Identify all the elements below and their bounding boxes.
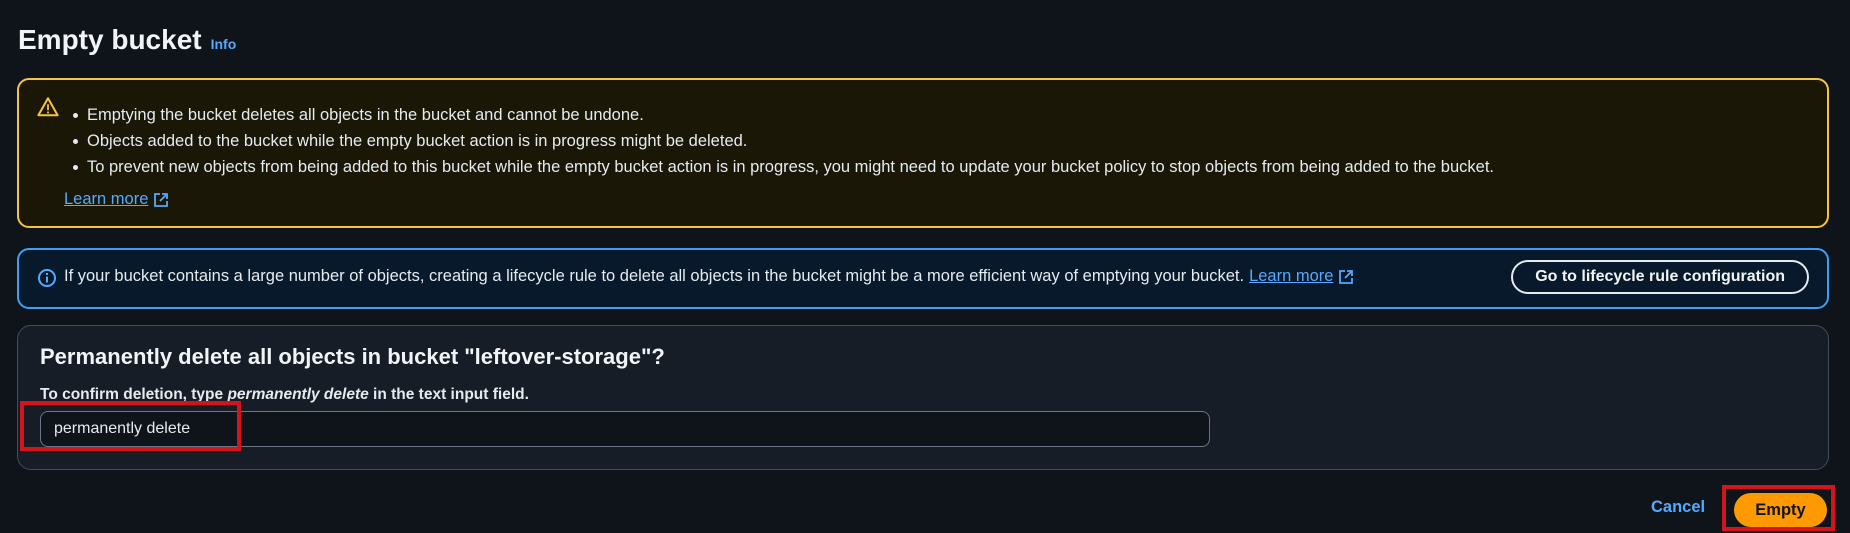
info-link[interactable]: Info (211, 36, 237, 52)
warning-item: Emptying the bucket deletes all objects … (73, 102, 1494, 128)
learn-more-label: Learn more (64, 190, 149, 208)
empty-button[interactable]: Empty (1734, 493, 1827, 527)
external-link-icon (154, 192, 169, 207)
warning-item: Objects added to the bucket while the em… (73, 128, 1494, 154)
confirm-label-prefix: To confirm deletion, type (40, 386, 228, 403)
learn-more-label: Learn more (1249, 267, 1334, 285)
info-alert-text: If your bucket contains a large number o… (64, 267, 1245, 285)
warning-learn-more-link[interactable]: Learn more (64, 190, 169, 209)
external-link-icon (1339, 269, 1354, 284)
info-alert-message: If your bucket contains a large number o… (64, 267, 1354, 286)
confirm-label: To confirm deletion, type permanently de… (40, 386, 529, 404)
warning-list: Emptying the bucket deletes all objects … (73, 102, 1494, 180)
page-title: Empty bucket (18, 24, 202, 55)
warning-alert: Emptying the bucket deletes all objects … (17, 78, 1829, 228)
confirm-delete-input[interactable] (40, 411, 1210, 447)
page-header: Empty bucket Info (18, 24, 236, 56)
cancel-button[interactable]: Cancel (1651, 498, 1705, 517)
info-alert: If your bucket contains a large number o… (17, 248, 1829, 309)
confirm-label-suffix: in the text input field. (368, 386, 529, 403)
warning-icon (37, 97, 59, 117)
info-icon (38, 269, 56, 287)
confirm-deletion-panel: Permanently delete all objects in bucket… (17, 325, 1829, 470)
lifecycle-rule-config-button[interactable]: Go to lifecycle rule configuration (1511, 260, 1809, 294)
empty-bucket-page: Empty bucket Info Emptying the bucket de… (0, 0, 1850, 533)
info-learn-more-link[interactable]: Learn more (1249, 267, 1354, 286)
confirm-keyword: permanently delete (227, 386, 369, 403)
warning-item: To prevent new objects from being added … (73, 154, 1494, 180)
confirm-heading: Permanently delete all objects in bucket… (40, 344, 665, 369)
